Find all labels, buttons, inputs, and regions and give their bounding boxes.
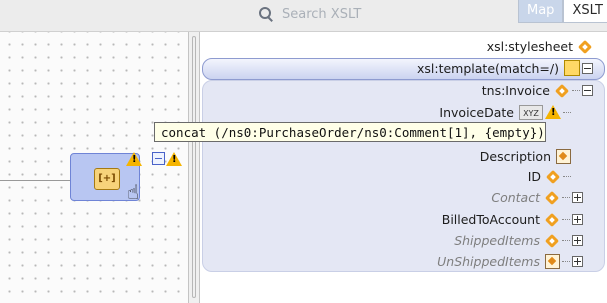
xpath-tooltip: concat (/ns0:PurchaseOrder/ns0:Comment[1…: [154, 122, 546, 142]
xyz-function-icon: XYZ: [519, 104, 543, 120]
tree-row-label: ID: [527, 168, 541, 184]
splitter-bar[interactable]: [188, 32, 200, 303]
search-box[interactable]: Search XSLT: [258, 3, 498, 25]
expand-icon[interactable]: [572, 213, 583, 225]
element-icon: [545, 212, 560, 227]
search-icon: [258, 6, 274, 22]
collapse-icon[interactable]: [582, 84, 593, 96]
expand-icon[interactable]: [572, 255, 583, 267]
tree-row-label: Description: [479, 148, 551, 164]
tree-row-stylesheet[interactable]: xsl:stylesheet: [487, 36, 593, 56]
expand-icon[interactable]: [572, 191, 583, 203]
tree-row-id[interactable]: ID: [528, 166, 571, 186]
concat-function-icon: [+]: [94, 168, 120, 190]
complex-element-icon: [545, 190, 560, 205]
tree-row-description[interactable]: Description: [480, 146, 571, 166]
tab-xslt[interactable]: XSLT: [563, 0, 607, 23]
tree-row-label: InvoiceDate: [439, 104, 514, 120]
stylesheet-icon: [578, 39, 593, 54]
box-element-icon: [556, 148, 571, 164]
element-icon: [555, 83, 570, 98]
expand-icon[interactable]: [572, 234, 583, 246]
tree-row-label: ShippedItems: [454, 232, 540, 248]
template-icon: [564, 60, 580, 76]
tree-row-label: BilledToAccount: [441, 211, 540, 227]
tree-row-template[interactable]: xsl:template(match=/): [417, 58, 593, 78]
mapping-link-line: [0, 180, 74, 181]
tree-row-contact[interactable]: Contact: [491, 187, 583, 207]
collapse-icon[interactable]: [582, 62, 593, 74]
tree-row-label: tns:Invoice: [481, 82, 550, 98]
box-element-icon: [545, 253, 560, 269]
element-icon: [546, 169, 561, 184]
tree-row-invoicedate[interactable]: InvoiceDate XYZ: [439, 102, 571, 122]
tree-row-label: UnShippedItems: [437, 253, 540, 269]
tab-map[interactable]: Map: [518, 0, 564, 23]
warning-icon: [545, 105, 561, 119]
view-tabs: Map XSLT: [518, 0, 607, 24]
tree-row-label: xsl:stylesheet: [486, 38, 573, 54]
top-toolbar: Search XSLT Map XSLT: [0, 0, 607, 32]
search-input[interactable]: Search XSLT: [282, 7, 361, 22]
tree-row-label: Contact: [491, 189, 540, 205]
tree-row-unshippeditems[interactable]: UnShippedItems: [437, 251, 583, 271]
warning-icon: [126, 152, 142, 166]
tree-row-label: xsl:template(match=/): [417, 60, 559, 76]
warning-icon: [166, 152, 182, 166]
hand-cursor-icon: ☝: [127, 180, 140, 204]
element-icon: [545, 233, 560, 248]
tree-row-invoice[interactable]: tns:Invoice: [482, 80, 593, 100]
tree-row-shippeditems[interactable]: ShippedItems: [454, 230, 583, 250]
collapse-link-icon[interactable]: [152, 152, 165, 165]
xslt-tree-panel: xsl:stylesheet xsl:template(match=/) tns…: [200, 32, 607, 303]
tree-row-billedtoaccount[interactable]: BilledToAccount: [442, 209, 583, 229]
